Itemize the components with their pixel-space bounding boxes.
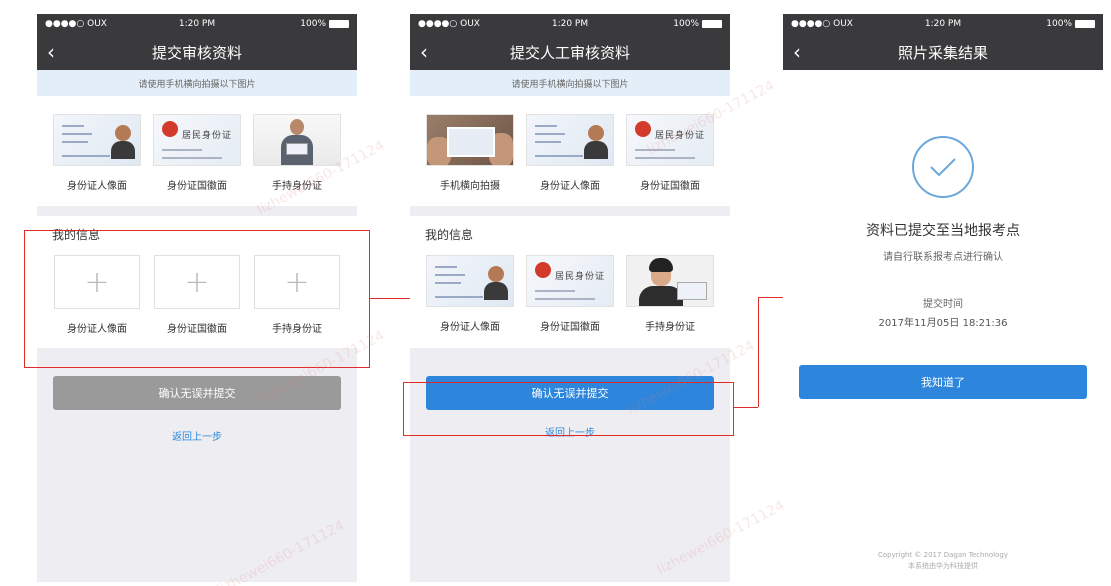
status-time: 1:20 PM <box>551 19 589 29</box>
annotation-arrow <box>370 298 410 299</box>
page-title: 提交审核资料 <box>151 43 242 62</box>
annotation-box-my-info <box>24 230 370 368</box>
my-info-section: 我的信息 身份证人像面 居民身份证 身份证国徽面 手持身份证 <box>410 216 730 348</box>
uploaded-caption: 手持身份证 <box>645 322 695 333</box>
status-bar: ●●●●○ OUX 1:20 PM 100% <box>37 14 357 34</box>
phone-screen-manual-review: ●●●●○ OUX 1:20 PM 100% ‹ 提交人工审核资料 请使用手机横… <box>410 14 730 582</box>
uploaded-caption: 身份证人像面 <box>440 322 500 333</box>
submit-button-disabled[interactable]: 确认无误并提交 <box>53 376 341 410</box>
status-time: 1:20 PM <box>924 19 962 29</box>
submit-time-value: 2017年11月05日 18:21:36 <box>878 318 1008 329</box>
annotation-arrow <box>758 297 783 298</box>
sample-id-front: 身份证人像面 <box>526 114 614 192</box>
back-chevron-icon[interactable]: ‹ <box>420 38 440 66</box>
sample-caption: 身份证人像面 <box>540 181 600 192</box>
sample-caption: 手机横向拍摄 <box>440 181 500 192</box>
user-portrait-image[interactable] <box>626 255 714 307</box>
sample-caption: 身份证国徽面 <box>640 181 700 192</box>
status-bar: ●●●●○ OUX 1:20 PM 100% <box>410 14 730 34</box>
id-card-title: 居民身份证 <box>555 272 606 282</box>
id-back-image: 居民身份证 <box>153 114 241 166</box>
status-time: 1:20 PM <box>178 19 216 29</box>
back-step-link[interactable]: 返回上一步 <box>37 428 357 443</box>
id-card-title: 居民身份证 <box>182 131 233 141</box>
sample-caption: 身份证国徽面 <box>167 181 227 192</box>
id-back-image: 居民身份证 <box>626 114 714 166</box>
nav-bar: ‹ 照片采集结果 <box>783 34 1103 70</box>
id-card-title: 居民身份证 <box>655 131 706 141</box>
page-title: 提交人工审核资料 <box>509 43 630 62</box>
back-chevron-icon[interactable]: ‹ <box>793 38 813 66</box>
instruction-banner: 请使用手机横向拍摄以下图片 <box>37 70 357 96</box>
annotation-arrow <box>734 407 758 408</box>
back-chevron-icon[interactable]: ‹ <box>47 38 67 66</box>
uploaded-caption: 身份证国徽面 <box>540 322 600 333</box>
annotation-box-submit <box>403 382 734 436</box>
provider-text: 本系统由华为科技提供 <box>908 562 978 570</box>
copyright-text: Copyright © 2017 Dagan Technology <box>878 551 1008 559</box>
nav-bar: ‹ 提交人工审核资料 <box>410 34 730 70</box>
page-title: 照片采集结果 <box>897 43 988 62</box>
instruction-banner: 请使用手机横向拍摄以下图片 <box>410 70 730 96</box>
uploaded-id-back[interactable]: 居民身份证 身份证国徽面 <box>526 255 614 333</box>
uploaded-id-front[interactable]: 身份证人像面 <box>426 255 514 333</box>
nav-bar: ‹ 提交审核资料 <box>37 34 357 70</box>
national-emblem-icon <box>635 121 651 137</box>
id-front-image <box>526 114 614 166</box>
landscape-shot-image <box>426 114 514 166</box>
sample-caption: 手持身份证 <box>272 181 322 192</box>
national-emblem-icon <box>162 121 178 137</box>
submit-time-label: 提交时间 <box>923 299 963 310</box>
flow-canvas: ●●●●○ OUX 1:20 PM 100% ‹ 提交审核资料 请使用手机横向拍… <box>0 0 1111 586</box>
phone-screen-result: ●●●●○ OUX 1:20 PM 100% ‹ 照片采集结果 资料已提交至当地… <box>783 14 1103 582</box>
annotation-connector <box>758 297 759 407</box>
check-circle-icon <box>912 136 974 198</box>
success-subheading: 请自行联系报考点进行确认 <box>883 252 1003 263</box>
sample-landscape-shot: 手机横向拍摄 <box>426 114 514 192</box>
footer: Copyright © 2017 Dagan Technology 本系统由华为… <box>783 550 1103 572</box>
section-title: 我的信息 <box>425 228 474 242</box>
id-front-image <box>53 114 141 166</box>
uploaded-hold-id[interactable]: 手持身份证 <box>626 255 714 333</box>
national-emblem-icon <box>535 262 551 278</box>
id-front-image[interactable] <box>426 255 514 307</box>
sample-photos-section: 身份证人像面 居民身份证 身份证国徽面 手持身份证 <box>37 96 357 206</box>
id-back-image[interactable]: 居民身份证 <box>526 255 614 307</box>
acknowledge-button[interactable]: 我知道了 <box>799 365 1087 399</box>
sample-id-front: 身份证人像面 <box>53 114 141 192</box>
success-block: 资料已提交至当地报考点 请自行联系报考点进行确认 提交时间 2017年11月05… <box>783 136 1103 329</box>
status-bar: ●●●●○ OUX 1:20 PM 100% <box>783 14 1103 34</box>
hold-id-image <box>253 114 341 166</box>
success-heading: 资料已提交至当地报考点 <box>866 223 1020 239</box>
sample-hold-id: 手持身份证 <box>253 114 341 192</box>
sample-id-back: 居民身份证 身份证国徽面 <box>153 114 241 192</box>
sample-photos-section: 手机横向拍摄 身份证人像面 居民身份证 身份证国徽面 <box>410 96 730 206</box>
sample-caption: 身份证人像面 <box>67 181 127 192</box>
sample-id-back: 居民身份证 身份证国徽面 <box>626 114 714 192</box>
